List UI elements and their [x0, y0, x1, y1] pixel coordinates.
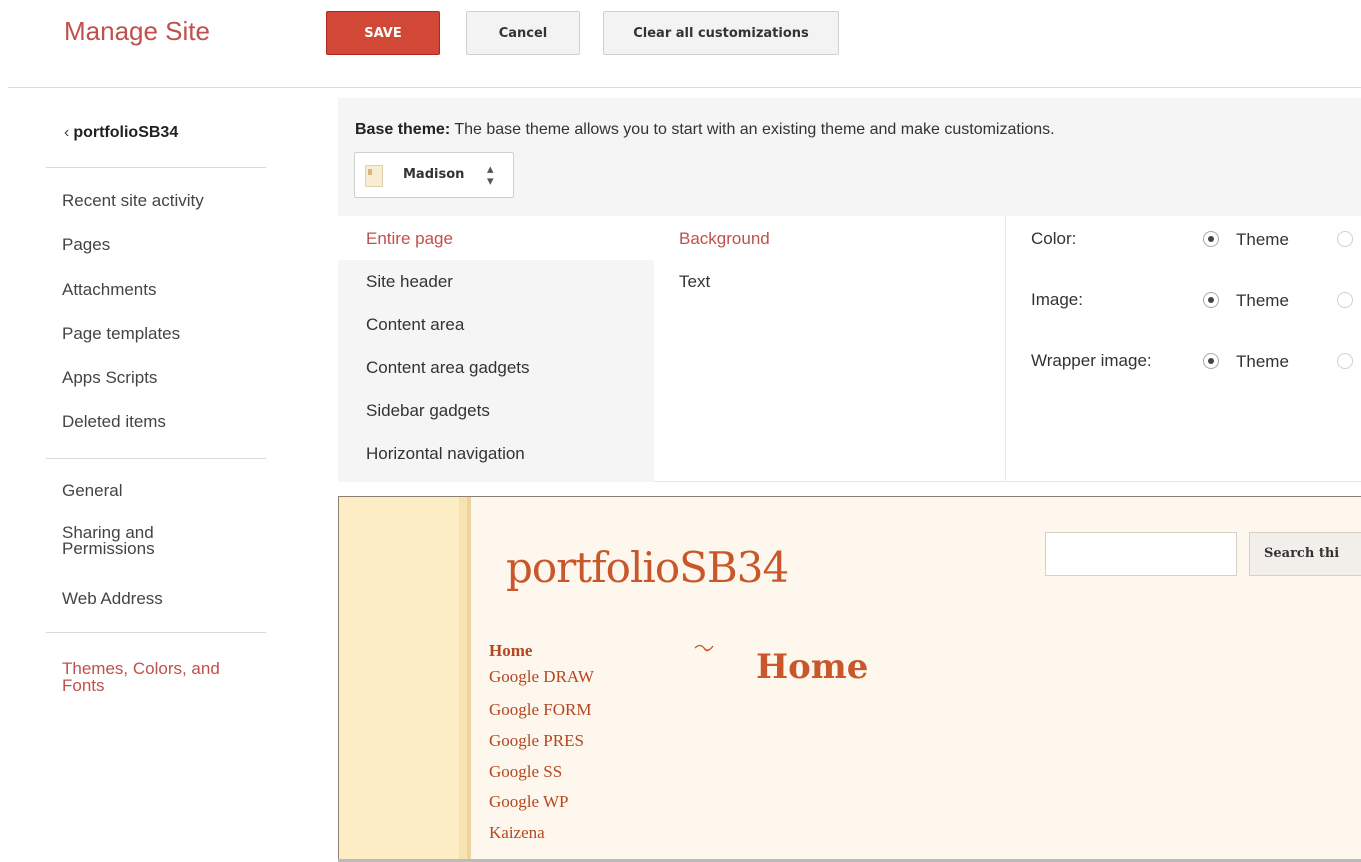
theme-preview: portfolioSB34 Search thi Home Google DRA…	[338, 496, 1361, 862]
base-theme-help: The base theme allows you to start with …	[450, 121, 1055, 138]
property-background[interactable]: Background	[679, 229, 770, 249]
section-entire-page[interactable]: Entire page	[366, 229, 453, 249]
sidebar-item-themes[interactable]: Themes, Colors, and Fonts	[62, 660, 220, 694]
sidebar-item-page-templates[interactable]: Page templates	[62, 325, 180, 343]
sidebar-divider	[46, 167, 266, 168]
preview-nav-item: Google FORM	[489, 700, 592, 719]
sidebar-item-label: Permissions	[62, 539, 155, 558]
preview-nav-item: Google DRAW	[489, 667, 594, 686]
sidebar-divider	[46, 632, 266, 633]
wrapper-image-label: Wrapper image:	[1031, 351, 1152, 370]
sidebar-item-attachments[interactable]: Attachments	[62, 281, 157, 299]
preview-search-button: Search thi	[1249, 532, 1361, 576]
page-title: Manage Site	[64, 16, 210, 46]
sidebar-item-pages[interactable]: Pages	[62, 236, 110, 254]
image-label: Image:	[1031, 290, 1083, 309]
chevron-left-icon: ‹	[64, 124, 70, 141]
image-custom-radio[interactable]	[1337, 292, 1353, 308]
section-horizontal-navigation[interactable]: Horizontal navigation	[366, 444, 525, 464]
preview-nav-item: Home	[489, 641, 533, 660]
preview-wrapper-stripe	[459, 497, 467, 861]
preview-wrapper-stripe	[339, 497, 459, 861]
sidebar-item-general[interactable]: General	[62, 482, 122, 500]
preview-nav-item: Google PRES	[489, 731, 584, 750]
section-site-header[interactable]: Site header	[366, 272, 453, 292]
color-custom-radio[interactable]	[1337, 231, 1353, 247]
section-content-area[interactable]: Content area	[366, 315, 464, 335]
sidebar-item-recent-activity[interactable]: Recent site activity	[62, 192, 204, 210]
preview-search-input	[1045, 532, 1237, 576]
sidebar-item-sharing[interactable]: Sharing and Permissions	[62, 524, 155, 558]
column-divider	[1005, 216, 1006, 482]
preview-site-title: portfolioSB34	[506, 543, 789, 592]
property-text[interactable]: Text	[679, 272, 710, 292]
theme-select[interactable]: Madison ▴ ▾	[354, 152, 514, 198]
color-theme-radio[interactable]	[1203, 231, 1219, 247]
base-theme-description: Base theme: The base theme allows you to…	[355, 121, 1055, 139]
section-sidebar-gadgets[interactable]: Sidebar gadgets	[366, 401, 490, 421]
cancel-button[interactable]: Cancel	[466, 11, 580, 55]
theme-thumbnail-icon	[365, 165, 383, 187]
base-theme-label: Base theme:	[355, 121, 451, 138]
preview-page-title: Home	[756, 647, 869, 687]
wrapper-image-theme-radio[interactable]	[1203, 353, 1219, 369]
theme-select-value: Madison	[403, 167, 465, 182]
header-divider	[8, 87, 1361, 88]
save-button[interactable]: SAVE	[326, 11, 440, 55]
clear-customizations-button[interactable]: Clear all customizations	[603, 11, 839, 55]
sidebar-divider	[46, 458, 266, 459]
preview-nav-item: Google WP	[489, 792, 569, 811]
select-arrows-icon: ▴ ▾	[487, 161, 494, 188]
color-label: Color:	[1031, 229, 1077, 248]
sidebar-item-apps-scripts[interactable]: Apps Scripts	[62, 369, 157, 387]
site-name: portfolioSB34	[73, 124, 179, 141]
sidebar-item-label: Fonts	[62, 676, 105, 695]
image-theme-label: Theme	[1236, 291, 1289, 310]
sidebar-item-web-address[interactable]: Web Address	[62, 590, 163, 608]
preview-nav-item: Kaizena	[489, 823, 545, 842]
image-theme-radio[interactable]	[1203, 292, 1219, 308]
preview-nav-item: Google SS	[489, 762, 563, 781]
color-theme-label: Theme	[1236, 230, 1289, 249]
ornament-icon	[694, 641, 714, 657]
site-back-link[interactable]: ‹ portfolioSB34	[64, 124, 178, 142]
preview-wrapper-stripe	[467, 497, 471, 861]
wrapper-image-custom-radio[interactable]	[1337, 353, 1353, 369]
sidebar-item-label: Themes, Colors, and	[62, 659, 220, 678]
section-content-area-gadgets[interactable]: Content area gadgets	[366, 358, 530, 378]
sidebar-item-deleted-items[interactable]: Deleted items	[62, 413, 166, 431]
options-divider	[654, 481, 1361, 482]
wrapper-image-theme-label: Theme	[1236, 352, 1289, 371]
